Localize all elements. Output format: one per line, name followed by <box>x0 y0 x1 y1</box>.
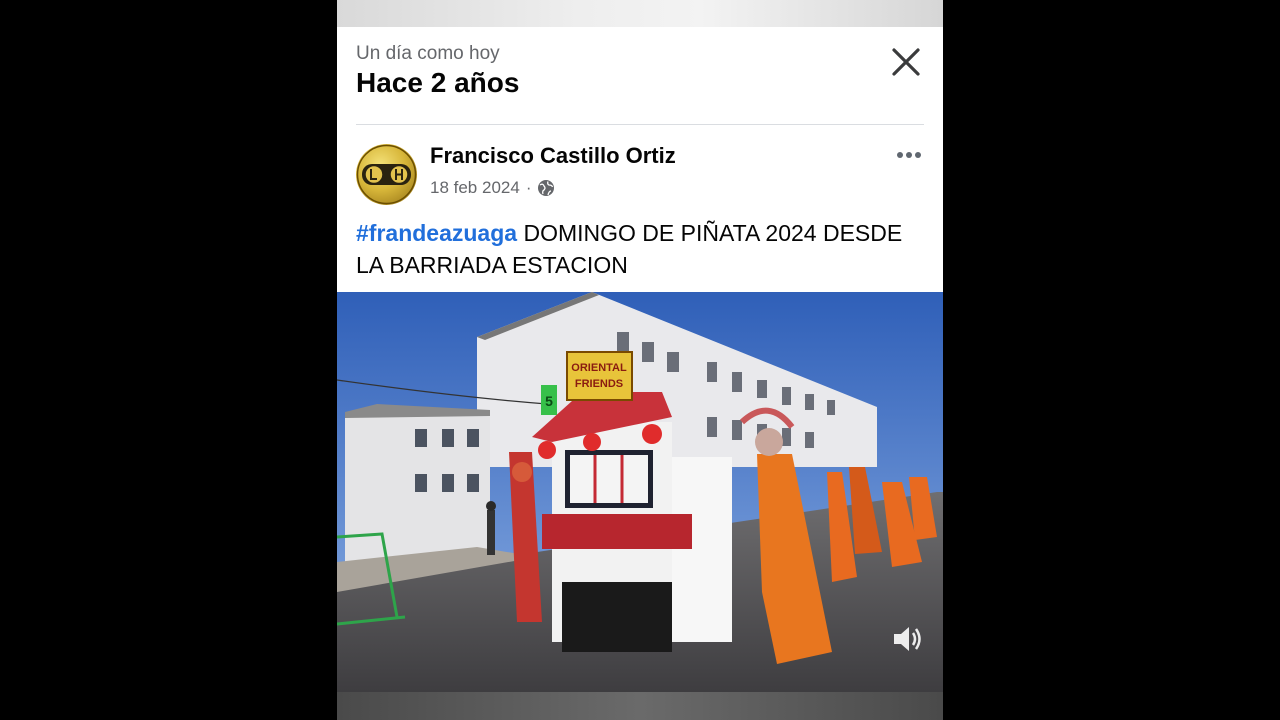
float-sign-line1: ORIENTAL <box>571 362 627 374</box>
post-date[interactable]: 18 feb 2024 <box>430 178 520 198</box>
memory-subtitle: Un día como hoy <box>356 43 500 64</box>
post-meta: 18 feb 2024 · <box>430 178 555 198</box>
post-author[interactable]: Francisco Castillo Ortiz <box>430 143 676 169</box>
post-caption: #frandeazuaga DOMINGO DE PIÑATA 2024 DES… <box>356 217 926 281</box>
video-frame: ORIENTAL FRIENDS 5 <box>337 292 943 692</box>
memory-title: Hace 2 años <box>356 67 520 98</box>
meta-separator: · <box>525 178 532 197</box>
float-sign-line2: FRIENDS <box>575 378 623 390</box>
close-icon <box>892 48 920 76</box>
memory-header: Un día como hoy Hace 2 años <box>337 27 943 125</box>
float-sign <box>566 351 633 401</box>
avatar-logo-icon <box>356 144 417 205</box>
phone-screen: Un día como hoy Hace 2 años Francisco Ca… <box>337 0 943 720</box>
globe-icon <box>538 180 555 196</box>
speaker-icon <box>894 627 921 651</box>
sound-button[interactable] <box>890 621 926 657</box>
more-options-button[interactable] <box>894 144 930 166</box>
status-area <box>337 0 943 27</box>
float-number: 5 <box>545 393 553 409</box>
avatar[interactable] <box>356 144 417 205</box>
more-dots-icon <box>897 152 921 158</box>
close-button[interactable] <box>887 43 925 81</box>
bottom-bar <box>337 692 943 720</box>
header-divider <box>356 124 924 125</box>
post-video[interactable]: ORIENTAL FRIENDS 5 <box>337 292 943 692</box>
hashtag-link[interactable]: #frandeazuaga <box>356 220 517 246</box>
